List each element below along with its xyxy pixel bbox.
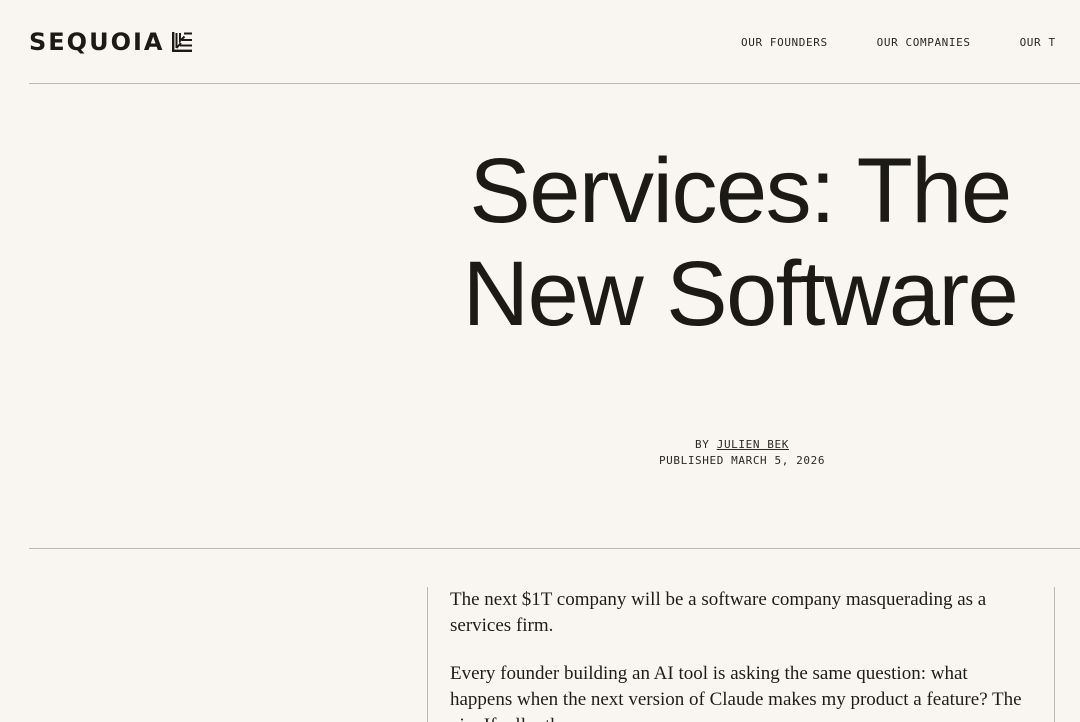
nav-our-companies[interactable]: OUR COMPANIES [877,36,971,50]
logo-wordmark: SEQUOIA [29,28,165,56]
article-paragraph: Every founder building an AI tool is ask… [450,663,1022,722]
site-header: SEQUOIA OUR FOUNDERS OUR COMPANIES OUR T [0,0,1080,83]
sequoia-leaf-mark-icon [171,31,193,53]
byline-prefix: BY [695,438,710,451]
published-date: PUBLISHED MARCH 5, 2026 [658,454,826,467]
sequoia-logo-link[interactable]: SEQUOIA [29,28,193,56]
page: SEQUOIA OUR FOUNDERS OUR COMPANIES OUR T… [0,0,1080,722]
article-paragraph: The next $1T company will be a software … [450,589,987,636]
article-body: The next $1T company will be a software … [427,587,1055,722]
byline: BY JULIEN BEK PUBLISHED MARCH 5, 2026 [560,437,924,469]
author-line: BY JULIEN BEK [560,437,924,453]
author-link[interactable]: JULIEN BEK [717,438,789,451]
main-nav: OUR FOUNDERS OUR COMPANIES OUR T [741,36,1080,50]
nav-our-founders[interactable]: OUR FOUNDERS [741,36,828,50]
article-title: Services: The New Software [462,140,1019,345]
section-divider [29,548,1080,549]
header-divider [29,83,1080,84]
nav-our-team[interactable]: OUR T [1020,36,1056,50]
